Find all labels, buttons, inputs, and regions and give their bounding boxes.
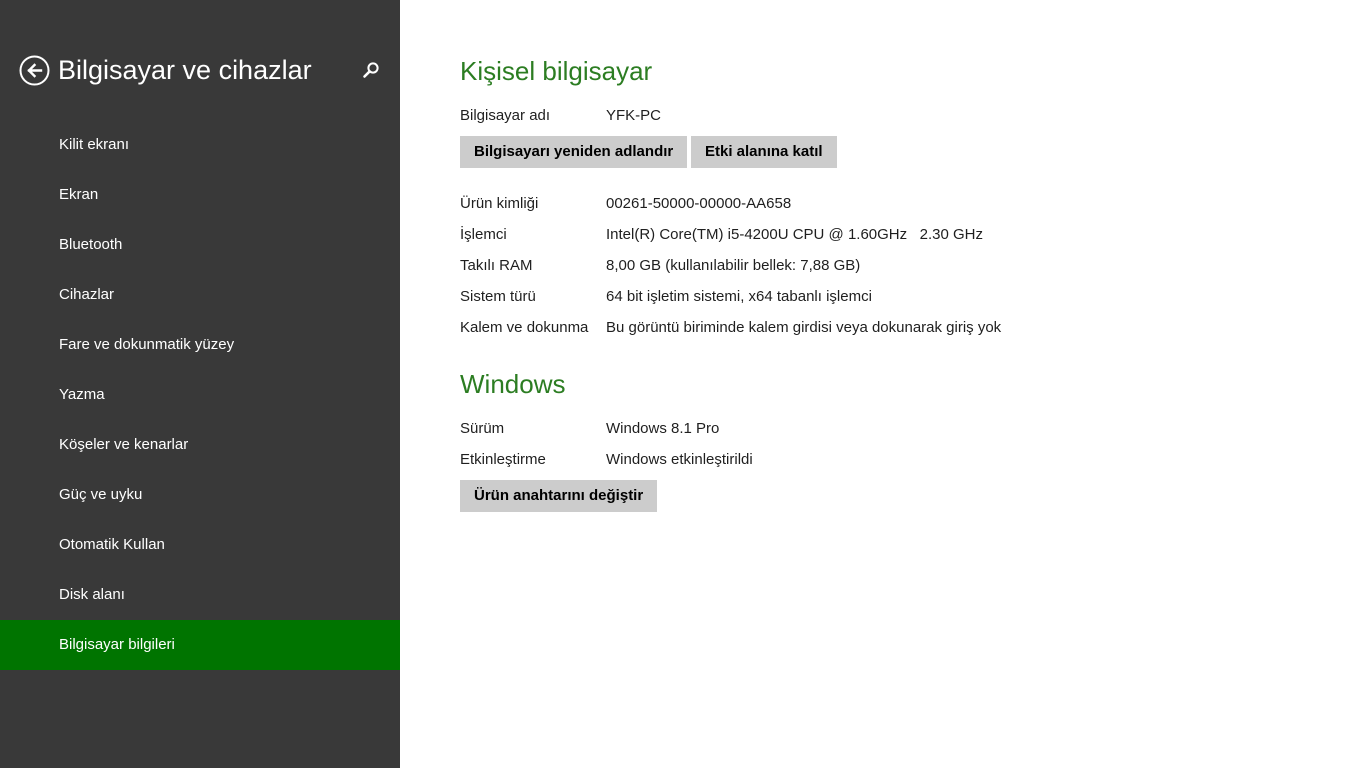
sidebar-nav: Kilit ekranı Ekran Bluetooth Cihazlar Fa… bbox=[0, 120, 400, 670]
search-button[interactable] bbox=[360, 60, 382, 82]
back-button[interactable] bbox=[19, 55, 50, 86]
activation-value: Windows etkinleştirildi bbox=[606, 451, 753, 468]
sidebar-item-devices[interactable]: Cihazlar bbox=[0, 270, 400, 320]
sidebar-item-pc-info[interactable]: Bilgisayar bilgileri bbox=[0, 620, 400, 670]
pen-touch-label: Kalem ve dokunma bbox=[460, 319, 589, 336]
sidebar-item-display[interactable]: Ekran bbox=[0, 170, 400, 220]
product-id-value: 00261-50000-00000-AA658 bbox=[606, 195, 792, 212]
pc-name-value: YFK-PC bbox=[606, 107, 662, 124]
system-type-value: 64 bit işletim sistemi, x64 tabanlı işle… bbox=[606, 288, 872, 305]
edition-value: Windows 8.1 Pro bbox=[606, 420, 720, 437]
system-type-label: Sistem türü bbox=[460, 288, 536, 305]
search-icon bbox=[363, 62, 379, 78]
sidebar-item-corners-edges[interactable]: Köşeler ve kenarlar bbox=[0, 420, 400, 470]
edition-label: Sürüm bbox=[460, 420, 505, 437]
sidebar-item-lock-screen[interactable]: Kilit ekranı bbox=[0, 120, 400, 170]
sidebar: Bilgisayar ve cihazlar Kilit ekranı Ekra… bbox=[0, 0, 400, 768]
activation-label: Etkinleştirme bbox=[460, 451, 546, 468]
back-arrow-icon bbox=[19, 55, 50, 86]
sidebar-item-typing[interactable]: Yazma bbox=[0, 370, 400, 420]
change-product-key-button[interactable]: Ürün anahtarını değiştir bbox=[460, 480, 658, 512]
sidebar-item-bluetooth[interactable]: Bluetooth bbox=[0, 220, 400, 270]
sidebar-item-disk-space[interactable]: Disk alanı bbox=[0, 570, 400, 620]
processor-label: İşlemci bbox=[460, 226, 507, 243]
processor-value: Intel(R) Core(TM) i5-4200U CPU @ 1.60GHz… bbox=[606, 226, 983, 243]
sidebar-title: Bilgisayar ve cihazlar bbox=[58, 55, 312, 85]
sidebar-item-mouse-touchpad[interactable]: Fare ve dokunmatik yüzey bbox=[0, 320, 400, 370]
sidebar-item-autoplay[interactable]: Otomatik Kullan bbox=[0, 520, 400, 570]
pc-name-label: Bilgisayar adı bbox=[460, 107, 551, 124]
sidebar-item-power-sleep[interactable]: Güç ve uyku bbox=[0, 470, 400, 520]
pen-touch-value: Bu görüntü biriminde kalem girdisi veya … bbox=[606, 319, 1002, 336]
join-domain-button[interactable]: Etki alanına katıl bbox=[691, 136, 837, 168]
settings-window: Bilgisayar ve cihazlar Kilit ekranı Ekra… bbox=[0, 0, 1366, 768]
product-id-label: Ürün kimliği bbox=[460, 195, 539, 212]
ram-label: Takılı RAM bbox=[460, 257, 533, 274]
pc-section-title: Kişisel bilgisayar bbox=[460, 56, 653, 86]
ram-value: 8,00 GB (kullanılabilir bellek: 7,88 GB) bbox=[606, 257, 861, 274]
windows-section-title: Windows bbox=[460, 369, 566, 399]
main-content: Kişisel bilgisayar Bilgisayar adı YFK-PC… bbox=[460, 0, 1340, 768]
rename-pc-button[interactable]: Bilgisayarı yeniden adlandır bbox=[460, 136, 688, 168]
